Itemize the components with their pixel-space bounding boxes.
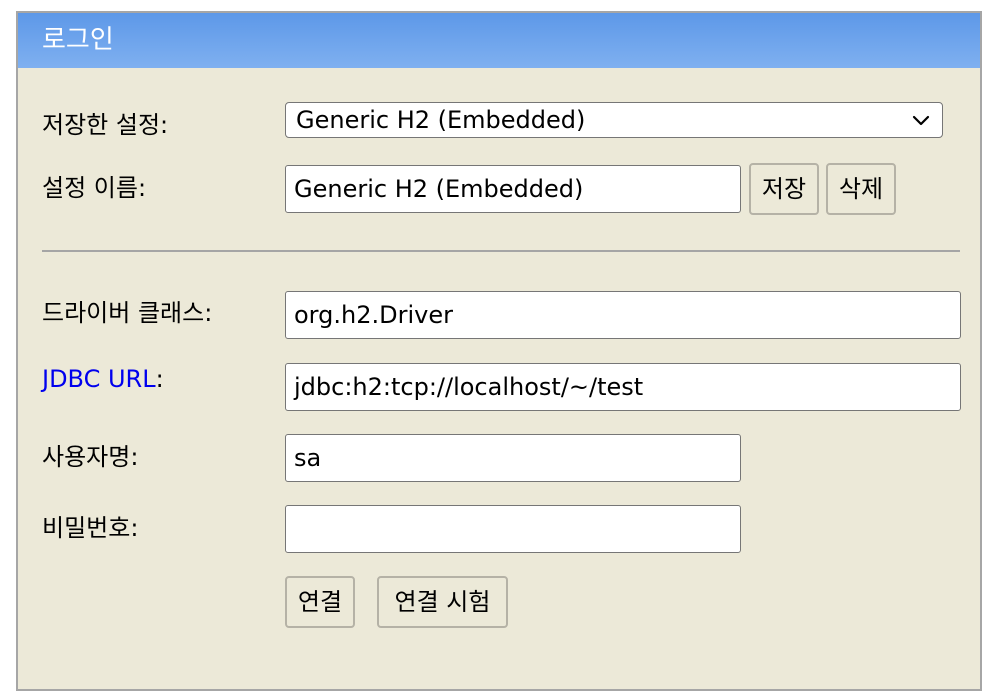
setting-name-label: 설정 이름: [42,174,147,202]
chevron-down-icon [912,115,930,126]
jdbc-url-colon: : [155,365,164,393]
jdbc-url-label: JDBC URL: [42,365,164,393]
saved-settings-label: 저장한 설정: [42,111,169,139]
save-button[interactable]: 저장 [749,163,819,215]
jdbc-url-input[interactable]: jdbc:h2:tcp://localhost/~/test [285,363,961,411]
test-connection-button[interactable]: 연결 시험 [377,576,508,628]
jdbc-url-link[interactable]: JDBC URL [42,365,156,393]
password-input[interactable] [285,505,741,553]
driver-class-label: 드라이버 클래스: [42,299,213,327]
saved-settings-select[interactable]: Generic H2 (Embedded) [285,102,943,138]
username-label: 사용자명: [42,443,139,471]
password-label: 비밀번호: [42,514,139,542]
window-title: 로그인 [18,13,980,68]
driver-class-input[interactable]: org.h2.Driver [285,291,961,339]
section-divider [42,250,960,252]
delete-button[interactable]: 삭제 [826,163,896,215]
username-input[interactable]: sa [285,434,741,482]
setting-name-input[interactable]: Generic H2 (Embedded) [285,165,741,213]
login-panel: 로그인 저장한 설정: Generic H2 (Embedded) 설정 이름:… [16,11,982,691]
connect-button[interactable]: 연결 [285,576,355,628]
saved-settings-value: Generic H2 (Embedded) [296,106,586,134]
